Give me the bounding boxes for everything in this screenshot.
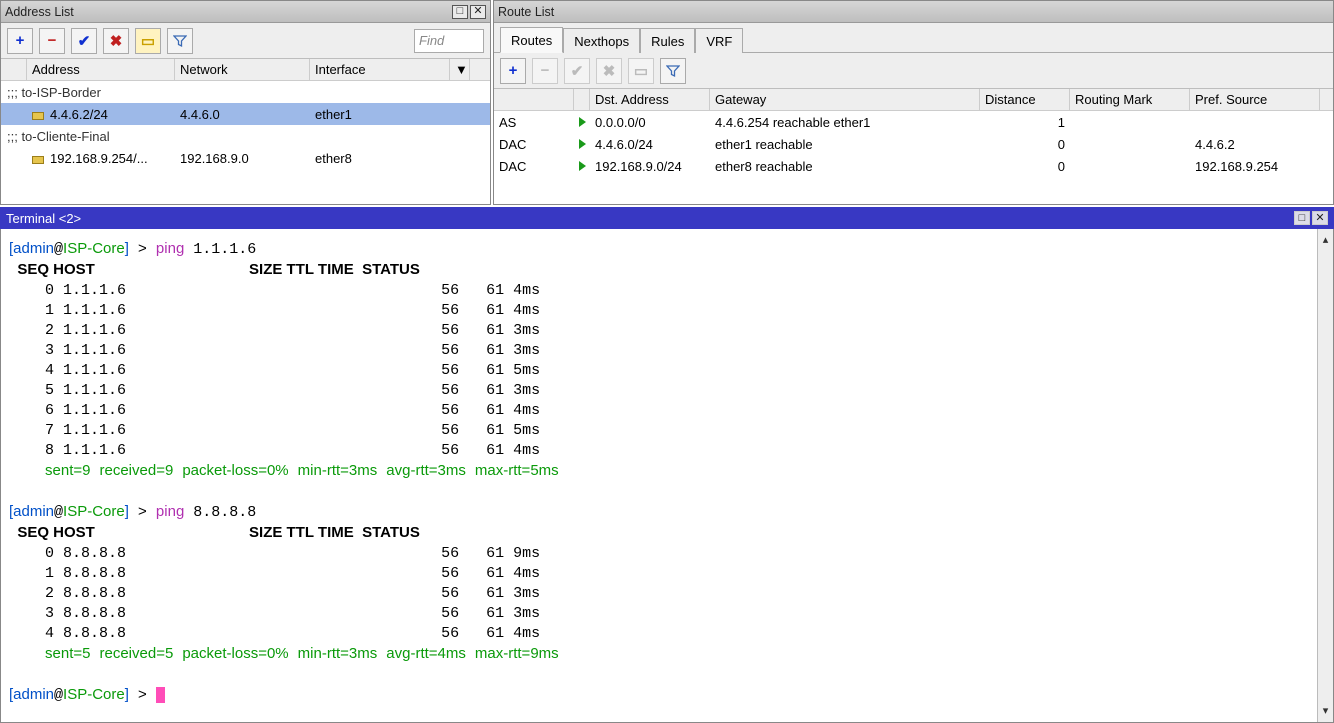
col-interface[interactable]: Interface bbox=[310, 59, 450, 80]
remove-route-button[interactable]: − bbox=[532, 58, 558, 84]
route-list-title: Route List bbox=[498, 5, 554, 19]
terminal-window: Terminal <2> □ ✕ [admin@ISP-Core] > ping… bbox=[0, 207, 1334, 723]
address-grid: Address Network Interface ▼ ;;; to-ISP-B… bbox=[1, 59, 490, 204]
close-icon[interactable]: ✕ bbox=[470, 5, 486, 19]
route-toolbar: + − ✔ ✖ ▭ bbox=[494, 53, 1333, 89]
scroll-up-icon[interactable]: ▴ bbox=[1323, 229, 1329, 251]
route-row[interactable]: DAC4.4.6.0/24ether1 reachable04.4.6.2 bbox=[494, 133, 1333, 155]
tab-nexthops[interactable]: Nexthops bbox=[563, 28, 640, 53]
address-group-label[interactable]: ;;; to-Cliente-Final bbox=[1, 125, 490, 147]
terminal-scrollbar[interactable]: ▴ ▾ bbox=[1317, 229, 1333, 722]
col-pref-source[interactable]: Pref. Source bbox=[1190, 89, 1320, 110]
address-row[interactable]: 192.168.9.254/...192.168.9.0ether8 bbox=[1, 147, 490, 169]
terminal-cursor bbox=[156, 687, 165, 703]
disable-route-button[interactable]: ✖ bbox=[596, 58, 622, 84]
terminal-output[interactable]: [admin@ISP-Core] > ping 1.1.1.6 SEQ HOST… bbox=[0, 229, 1334, 723]
active-route-icon bbox=[579, 139, 586, 149]
close-icon[interactable]: ✕ bbox=[1312, 211, 1328, 225]
route-grid: Dst. Address Gateway Distance Routing Ma… bbox=[494, 89, 1333, 204]
disable-button[interactable]: ✖ bbox=[103, 28, 129, 54]
enable-route-button[interactable]: ✔ bbox=[564, 58, 590, 84]
find-input[interactable]: Find bbox=[414, 29, 484, 53]
col-address[interactable]: Address bbox=[27, 59, 175, 80]
terminal-title: Terminal <2> bbox=[6, 211, 81, 226]
tab-rules[interactable]: Rules bbox=[640, 28, 695, 53]
tab-routes[interactable]: Routes bbox=[500, 27, 563, 53]
active-route-icon bbox=[579, 117, 586, 127]
add-route-button[interactable]: + bbox=[500, 58, 526, 84]
add-button[interactable]: + bbox=[7, 28, 33, 54]
scroll-down-icon[interactable]: ▾ bbox=[1323, 700, 1329, 722]
address-list-window: Address List □ ✕ + − ✔ ✖ ▭ Find Address … bbox=[0, 0, 491, 205]
address-row[interactable]: 4.4.6.2/244.4.6.0ether1 bbox=[1, 103, 490, 125]
comment-route-button[interactable]: ▭ bbox=[628, 58, 654, 84]
col-dst[interactable]: Dst. Address bbox=[590, 89, 710, 110]
remove-button[interactable]: − bbox=[39, 28, 65, 54]
col-network[interactable]: Network bbox=[175, 59, 310, 80]
route-list-window: Route List RoutesNexthopsRulesVRF + − ✔ … bbox=[493, 0, 1334, 205]
col-gateway[interactable]: Gateway bbox=[710, 89, 980, 110]
col-routing-mark[interactable]: Routing Mark bbox=[1070, 89, 1190, 110]
route-row[interactable]: AS0.0.0.0/04.4.6.254 reachable ether11 bbox=[494, 111, 1333, 133]
terminal-titlebar[interactable]: Terminal <2> □ ✕ bbox=[0, 207, 1334, 229]
filter-button[interactable] bbox=[167, 28, 193, 54]
maximize-icon[interactable]: □ bbox=[1294, 211, 1310, 225]
active-route-icon bbox=[579, 161, 586, 171]
route-tabs: RoutesNexthopsRulesVRF bbox=[494, 23, 1333, 53]
ip-icon bbox=[32, 112, 44, 120]
address-list-titlebar[interactable]: Address List □ ✕ bbox=[1, 1, 490, 23]
route-list-titlebar[interactable]: Route List bbox=[494, 1, 1333, 23]
col-distance[interactable]: Distance bbox=[980, 89, 1070, 110]
col-menu[interactable]: ▼ bbox=[450, 59, 470, 80]
route-row[interactable]: DAC192.168.9.0/24ether8 reachable0192.16… bbox=[494, 155, 1333, 177]
address-group-label[interactable]: ;;; to-ISP-Border bbox=[1, 81, 490, 103]
address-list-title: Address List bbox=[5, 5, 74, 19]
comment-button[interactable]: ▭ bbox=[135, 28, 161, 54]
address-toolbar: + − ✔ ✖ ▭ Find bbox=[1, 23, 490, 59]
filter-route-button[interactable] bbox=[660, 58, 686, 84]
tab-vrf[interactable]: VRF bbox=[695, 28, 743, 53]
maximize-icon[interactable]: □ bbox=[452, 5, 468, 19]
enable-button[interactable]: ✔ bbox=[71, 28, 97, 54]
ip-icon bbox=[32, 156, 44, 164]
